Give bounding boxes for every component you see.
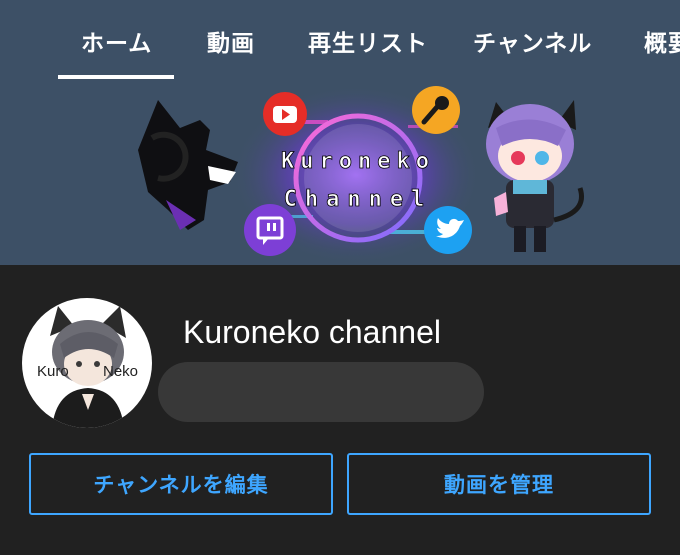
channel-handle-placeholder — [158, 362, 484, 422]
banner-title-line1: Kuroneko — [281, 149, 435, 174]
channel-name: Kuroneko channel — [183, 314, 441, 350]
twitter-icon — [424, 206, 472, 254]
channel-banner: Kuroneko Channel — [118, 80, 596, 265]
tab-channels[interactable]: チャンネル — [473, 24, 592, 58]
cat-silhouette-art — [138, 100, 238, 230]
selected-tab-indicator — [58, 75, 174, 79]
manage-videos-button[interactable]: 動画を管理 — [347, 453, 651, 515]
avatar-text-left: Kuro — [37, 363, 69, 380]
banner-title-line2: Channel — [284, 187, 433, 212]
avatar-text-right: Neko — [103, 363, 138, 380]
edit-channel-button[interactable]: チャンネルを編集 — [29, 453, 333, 515]
youtube-icon — [263, 92, 307, 136]
channel-avatar[interactable]: Kuro Neko — [22, 298, 152, 428]
tab-videos[interactable]: 動画 — [207, 24, 255, 58]
tab-about[interactable]: 概要 — [644, 24, 680, 58]
tab-home[interactable]: ホーム — [81, 24, 152, 58]
channel-tabs: ホーム 動画 再生リスト チャンネル 概要 — [0, 0, 680, 82]
tab-playlists[interactable]: 再生リスト — [308, 24, 428, 58]
microphone-icon — [412, 86, 460, 134]
chibi-character-art — [486, 100, 584, 252]
channel-header: ホーム 動画 再生リスト チャンネル 概要 — [0, 0, 680, 265]
twitch-icon — [244, 204, 296, 256]
